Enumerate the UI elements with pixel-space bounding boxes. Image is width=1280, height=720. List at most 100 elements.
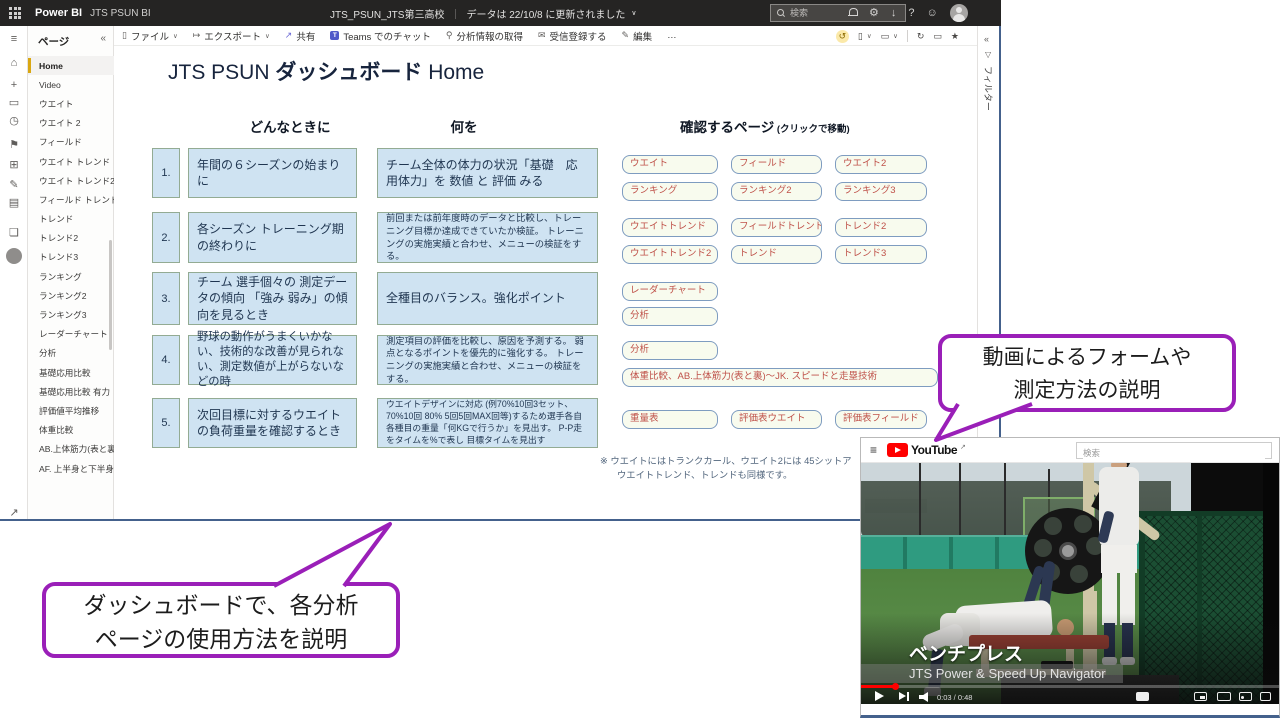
nav-button-trend2[interactable]: トレンド2 [835, 218, 927, 237]
expand-filters-icon[interactable]: « [984, 34, 989, 44]
page-item-analysis[interactable]: 分析 [28, 344, 114, 363]
hamburger-menu-icon[interactable]: ≡ [870, 443, 877, 457]
reset-filters-icon[interactable]: ↺ [836, 30, 849, 43]
nav-button-bodyweight-range[interactable]: 体重比較、AB.上体筋力(表と裏)～JK. スピードと走塁技術 [622, 368, 938, 387]
workspaces-icon[interactable]: ❏ [0, 228, 28, 239]
theater-mode-icon[interactable] [1217, 692, 1231, 701]
learn-icon[interactable]: ▤ [0, 198, 28, 209]
nav-button-trend[interactable]: トレンド [731, 245, 822, 264]
next-icon[interactable] [899, 692, 906, 700]
when-box: 次回目標に対するウエイトの負荷重量を確認するとき [188, 398, 357, 448]
goals-icon[interactable]: ⚑ [0, 140, 28, 151]
teams-chat-button[interactable]: TTeams でのチャット [330, 29, 431, 43]
subscribe-button[interactable]: ✉受信登録する [538, 29, 607, 43]
document-title-bar[interactable]: JTS_PSUN_JTS第三高校 ｜ データは 22/10/8 に更新されました… [330, 0, 637, 26]
captions-icon[interactable] [1136, 692, 1149, 701]
download-icon[interactable]: ↓ [891, 8, 897, 19]
nav-button-row: 分析 [622, 307, 718, 326]
fullscreen-icon[interactable] [1260, 692, 1271, 701]
page-item-weight[interactable]: ウエイト [28, 94, 114, 113]
edit-button[interactable]: ✎編集 [622, 29, 653, 43]
page-item-ab-upper[interactable]: AB.上体筋力(表と裏) [28, 440, 114, 459]
page-item-home[interactable]: Home [28, 56, 114, 75]
menu-icon[interactable]: ≡ [0, 34, 28, 45]
page-item-af-upper-lower[interactable]: AF. 上半身と下半身 [28, 459, 114, 478]
nav-button-weight2[interactable]: ウエイト2 [835, 155, 927, 174]
page-item-ranking3[interactable]: ランキング3 [28, 305, 114, 324]
cast-icon[interactable] [1239, 692, 1252, 701]
youtube-search-input[interactable] [1083, 446, 1265, 461]
page-item-basic-compare[interactable]: 基礎応用比較 [28, 363, 114, 382]
page-item-ranking2[interactable]: ランキング2 [28, 286, 114, 305]
video-player[interactable]: ベンチプレス JTS Power & Speed Up Navigator 0:… [861, 463, 1279, 704]
page-item-weight-trend[interactable]: ウエイト トレンド [28, 152, 114, 171]
home-icon[interactable]: ⌂ [0, 58, 28, 69]
help-icon[interactable]: ? [908, 8, 914, 19]
account-avatar[interactable] [950, 4, 968, 22]
nav-button-ranking3[interactable]: ランキング3 [835, 182, 927, 201]
page-item-radar[interactable]: レーダーチャート [28, 325, 114, 344]
current-workspace-icon[interactable] [6, 248, 22, 264]
page-item-trend3[interactable]: トレンド3 [28, 248, 114, 267]
page-item-video[interactable]: Video [28, 75, 114, 94]
pages-scrollbar[interactable] [109, 240, 112, 350]
page-item-field[interactable]: フィールド [28, 133, 114, 152]
external-link-icon[interactable]: ↗ [0, 508, 28, 519]
nav-button-eval-field[interactable]: 評価表フィールド [835, 410, 927, 429]
insights-button[interactable]: ⚲分析情報の取得 [446, 29, 523, 43]
nav-button-ranking[interactable]: ランキング [622, 182, 718, 201]
nav-button-weight[interactable]: ウエイト [622, 155, 718, 174]
app-launcher-icon[interactable] [9, 7, 21, 19]
refresh-icon[interactable]: ↻ [917, 32, 925, 41]
nav-button-analysis2[interactable]: 分析 [622, 341, 718, 360]
nav-button-radar-chart[interactable]: レーダーチャート [622, 282, 718, 301]
favorite-star-icon[interactable]: ★ [951, 32, 959, 41]
nav-button-field-trend[interactable]: フィールドトレンド [731, 218, 822, 237]
more-options[interactable]: … [667, 30, 677, 41]
workspace-name[interactable]: JTS PSUN BI [90, 8, 151, 19]
nav-button-trend3[interactable]: トレンド3 [835, 245, 927, 264]
notifications-icon[interactable] [848, 8, 857, 18]
chevron-down-icon[interactable]: ∨ [631, 9, 636, 17]
share-button[interactable]: ↗共有 [285, 29, 316, 43]
page-item-field-trend[interactable]: フィールド トレンド [28, 190, 114, 209]
nav-button-weight-table[interactable]: 重量表 [622, 410, 718, 429]
nav-button-analysis[interactable]: 分析 [622, 307, 718, 326]
nav-button-field[interactable]: フィールド [731, 155, 822, 174]
nav-button-row: レーダーチャート [622, 282, 718, 301]
page-item-basic-compare-strong[interactable]: 基礎応用比較 有力 [28, 382, 114, 401]
page-item-eval-average[interactable]: 評価値平均推移 [28, 401, 114, 420]
nav-button-ranking2[interactable]: ランキング2 [731, 182, 822, 201]
volume-icon[interactable] [919, 692, 931, 702]
nav-button-weight-trend[interactable]: ウエイトトレンド [622, 218, 718, 237]
page-item-trend2[interactable]: トレンド2 [28, 229, 114, 248]
data-hub-icon[interactable]: ◷ [0, 116, 28, 127]
metrics-icon[interactable]: ✎ [0, 180, 28, 191]
file-menu[interactable]: ▯ファイル∨ [122, 29, 178, 43]
page-item-weight-trend2[interactable]: ウエイト トレンド2 [28, 171, 114, 190]
apps-icon[interactable]: ⊞ [0, 160, 28, 171]
settings-icon[interactable]: ⚙ [869, 8, 879, 19]
browse-icon[interactable]: ▭ [0, 98, 28, 109]
column-header-when: どんなときに [210, 116, 370, 136]
collapse-pages-icon[interactable]: « [100, 33, 106, 44]
page-item-weight2[interactable]: ウエイト 2 [28, 114, 114, 133]
miniplayer-icon[interactable] [1194, 692, 1207, 701]
page-item-ranking[interactable]: ランキング [28, 267, 114, 286]
page-item-bodyweight-compare[interactable]: 体重比較 [28, 421, 114, 440]
youtube-header: ≡ YouTube ↗ [861, 438, 1279, 463]
export-menu[interactable]: ↦エクスポート∨ [193, 29, 270, 43]
create-icon[interactable]: + [0, 80, 28, 91]
bookmarks-button[interactable]: ▯∨ [858, 32, 872, 41]
youtube-search-box[interactable] [1076, 442, 1272, 459]
page-item-trend[interactable]: トレンド [28, 210, 114, 229]
nav-button-weight-trend2[interactable]: ウエイトトレンド2 [622, 245, 718, 264]
video-time: 0:03 / 0:48 [937, 693, 972, 702]
nav-button-eval-weight[interactable]: 評価表ウエイト [731, 410, 822, 429]
view-button[interactable]: ▭∨ [881, 32, 898, 41]
row-number: 1. [152, 148, 180, 198]
video-progress-bar[interactable] [861, 685, 1279, 688]
comments-icon[interactable]: ▭ [933, 32, 942, 41]
feedback-icon[interactable]: ☺ [927, 8, 938, 19]
play-icon[interactable] [875, 691, 884, 701]
